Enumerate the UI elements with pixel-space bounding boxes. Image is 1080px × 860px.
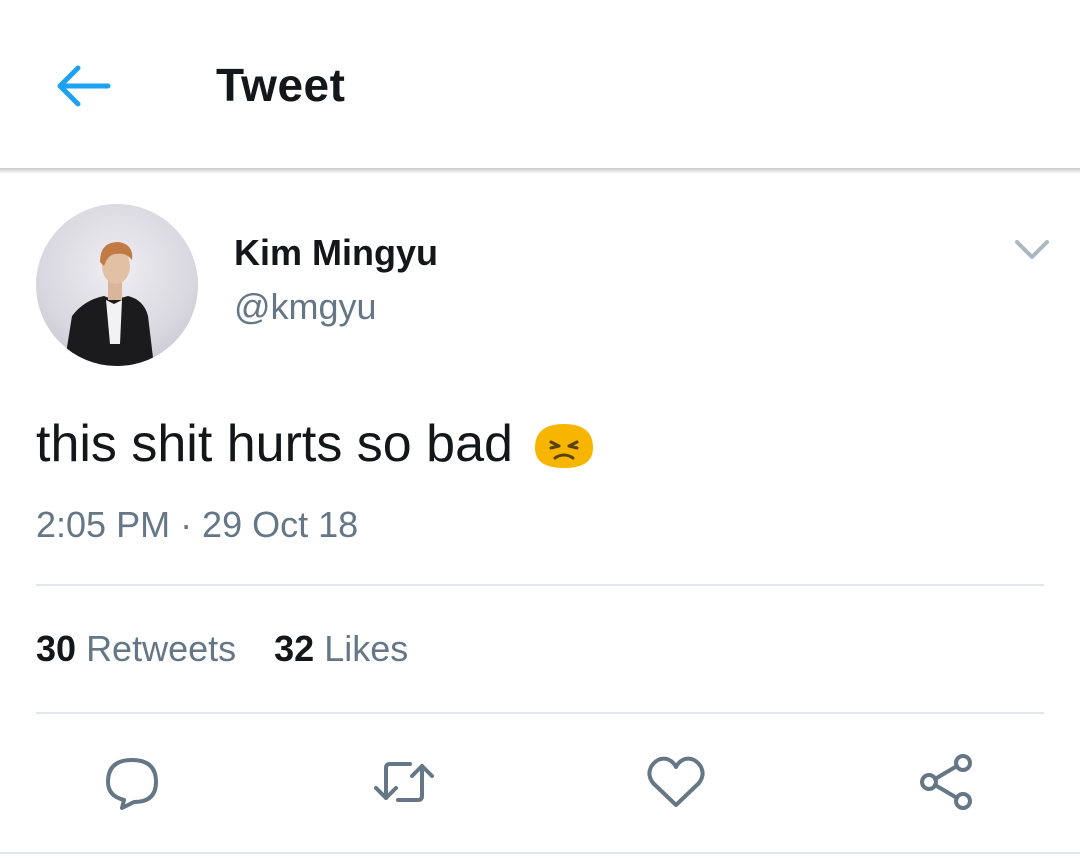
retweets-stat[interactable]: 30 Retweets xyxy=(36,628,236,670)
back-button[interactable] xyxy=(52,56,116,116)
retweets-label: Retweets xyxy=(86,628,237,669)
likes-stat[interactable]: 32 Likes xyxy=(274,628,408,670)
arrow-left-icon xyxy=(57,65,111,107)
avatar[interactable] xyxy=(36,204,198,366)
page-title: Tweet xyxy=(216,59,346,111)
share-icon xyxy=(920,754,972,810)
tweet-body: this shit hurts so bad xyxy=(36,414,597,474)
tweet-text: this shit hurts so bad xyxy=(36,415,513,473)
share-button[interactable] xyxy=(914,750,978,814)
retweets-count: 30 xyxy=(36,628,77,669)
divider xyxy=(0,852,1080,854)
author-name[interactable]: Kim Mingyu xyxy=(234,232,438,274)
retweet-icon xyxy=(374,762,434,802)
top-app-bar: Tweet xyxy=(0,0,1080,168)
tweet-timestamp: 2:05 PM · 29 Oct 18 xyxy=(36,504,359,545)
likes-count: 32 xyxy=(274,628,315,669)
tweet-stats: 30 Retweets 32 Likes xyxy=(36,628,408,670)
chevron-down-icon xyxy=(1015,240,1049,259)
like-button[interactable] xyxy=(644,750,708,814)
divider xyxy=(36,584,1044,586)
like-icon xyxy=(647,756,705,807)
reply-icon xyxy=(106,758,158,810)
reply-button[interactable] xyxy=(100,750,164,814)
header-shadow xyxy=(0,168,1080,174)
retweet-button[interactable] xyxy=(372,750,436,814)
likes-label: Likes xyxy=(324,628,409,669)
avatar-photo xyxy=(64,242,154,366)
divider xyxy=(36,712,1044,714)
persevering-face-emoji xyxy=(531,418,597,470)
tweet-options-button[interactable] xyxy=(1010,232,1054,268)
author-handle[interactable]: @kmgyu xyxy=(234,286,377,328)
